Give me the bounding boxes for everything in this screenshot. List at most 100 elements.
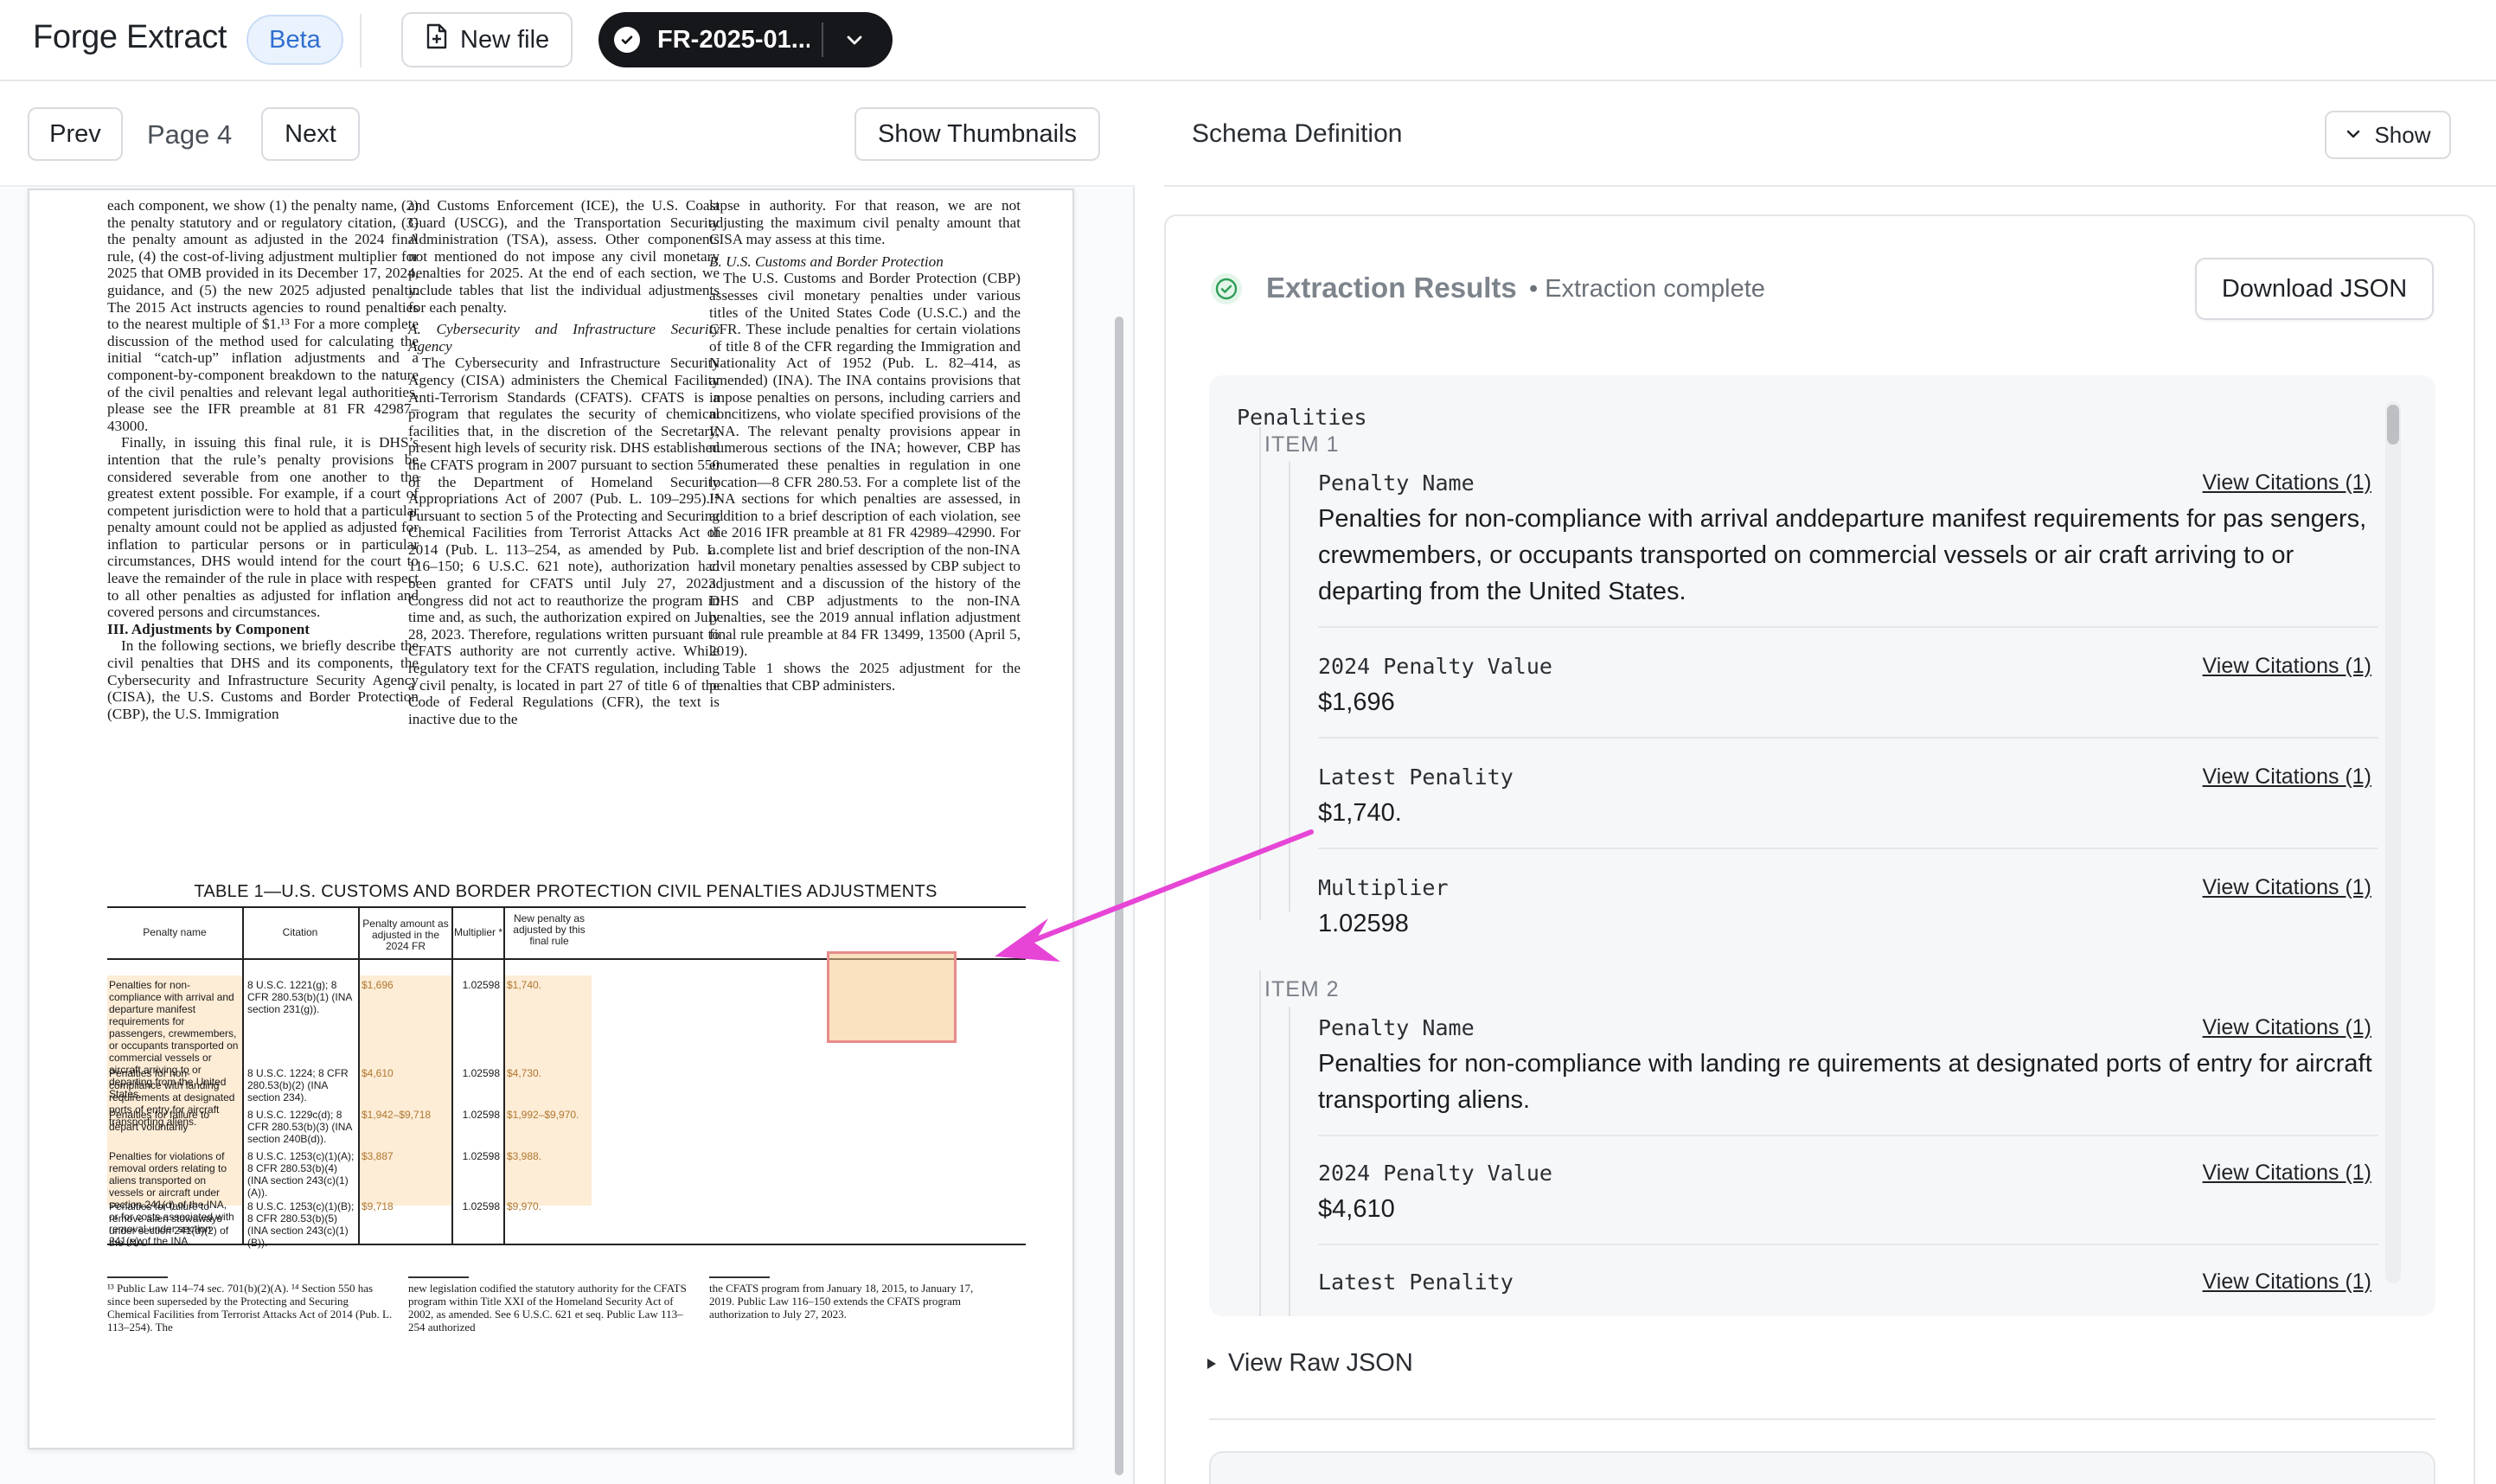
view-citations-link[interactable]: View Citations (1): [2203, 1270, 2371, 1295]
divider: [1318, 737, 2378, 739]
item-rail: [1289, 462, 1290, 912]
prev-page-button[interactable]: Prev: [28, 107, 123, 161]
footnote: ¹³ Public Law 114–74 sec. 701(b)(2)(A). …: [107, 1282, 393, 1334]
item-rail: [1259, 970, 1261, 1316]
view-citations-link[interactable]: View Citations (1): [2203, 470, 2371, 496]
table-cell: $4,610: [362, 1067, 394, 1079]
results-scrollbar[interactable]: [2387, 405, 2399, 445]
new-file-button[interactable]: New file: [401, 12, 573, 67]
table-cell: $4,730.: [507, 1067, 542, 1079]
top-bar: Forge Extract Beta New file FR-2025-01..…: [0, 0, 2496, 81]
table-cell: 1.02598: [462, 1067, 500, 1079]
table-cell: 1.02598: [462, 1109, 500, 1121]
view-raw-json-toggle[interactable]: View Raw JSON: [1206, 1349, 1413, 1378]
table-cell: $3,887: [362, 1150, 394, 1162]
paragraph: each component, we show (1) the penalty …: [107, 197, 419, 434]
item-label: ITEM 1: [1264, 432, 1340, 457]
table-cell: 1.02598: [462, 1200, 500, 1212]
paragraph: and Customs Enforcement (ICE), the U.S. …: [408, 197, 720, 316]
item-rail: [1289, 1007, 1290, 1316]
item-label: ITEM 2: [1264, 977, 1340, 1001]
citation-highlight[interactable]: [827, 951, 957, 1043]
extraction-results-card: Extraction Results • Extraction complete…: [1164, 214, 2475, 1484]
download-json-button[interactable]: Download JSON: [2195, 258, 2434, 320]
divider: [1164, 185, 2496, 187]
table-cell: Penalties for failure to remove alien st…: [109, 1200, 229, 1249]
document-name: FR-2025-01...: [657, 25, 810, 54]
table-rule: [107, 906, 1026, 908]
table-cell: $1,992–$9,970.: [507, 1109, 579, 1121]
item-rail: [1259, 427, 1261, 920]
results-scrollbar-track[interactable]: [2385, 401, 2401, 1283]
results-viewer: Penalities ITEM 1 Penalty Name View Cita…: [1209, 375, 2435, 1316]
document-selector[interactable]: FR-2025-01...: [598, 12, 893, 67]
table-rule: [107, 1244, 1026, 1245]
paragraph: Table 1 shows the 2025 adjustment for th…: [709, 660, 1021, 694]
view-citations-link[interactable]: View Citations (1): [2203, 764, 2371, 790]
show-label: Show: [2374, 121, 2431, 148]
field-value: 1.02598: [1318, 910, 1409, 937]
results-pane: Schema Definition Show Extraction Result…: [1136, 83, 2496, 1484]
chevron-down-icon: [2345, 122, 2362, 149]
paragraph: Finally, in issuing this final rule, it …: [107, 434, 419, 621]
field-2024-penalty-value: 2024 Penalty Value View Citations (1) $1…: [1318, 654, 2382, 720]
divider: [1209, 1418, 2435, 1420]
view-citations-link[interactable]: View Citations (1): [2203, 1161, 2371, 1186]
table-caption: TABLE 1—U.S. CUSTOMS AND BORDER PROTECTI…: [194, 882, 938, 901]
show-thumbnails-button[interactable]: Show Thumbnails: [854, 107, 1100, 161]
new-file-label: New file: [460, 25, 550, 54]
field-value: Penalties for non-compliance with arriva…: [1318, 505, 2367, 605]
text-column-2: and Customs Enforcement (ICE), the U.S. …: [408, 197, 720, 727]
table-cell: 8 U.S.C. 1253(c)(1)(B); 8 CFR 280.53(b)(…: [247, 1200, 355, 1249]
document-scrollbar[interactable]: [1115, 317, 1123, 1475]
column-header: New penalty as adjusted by this final ru…: [513, 912, 586, 947]
check-circle-icon: [614, 27, 640, 53]
footnote: the CFATS program from January 18, 2015,…: [709, 1282, 974, 1321]
view-raw-json-label: View Raw JSON: [1228, 1349, 1413, 1377]
column-header: Multiplier *: [453, 926, 502, 938]
table-rule: [242, 906, 244, 1245]
divider: [1318, 626, 2378, 628]
divider: [822, 22, 823, 57]
table-cell: $3,988.: [507, 1150, 542, 1162]
text-column-1: each component, we show (1) the penalty …: [107, 197, 419, 722]
view-citations-link[interactable]: View Citations (1): [2203, 1015, 2371, 1040]
show-schema-button[interactable]: Show: [2325, 111, 2451, 159]
table-rule: [358, 906, 360, 1245]
chevron-down-icon[interactable]: [842, 28, 867, 52]
page-indicator: Page 4: [147, 119, 233, 150]
next-page-button[interactable]: Next: [261, 107, 360, 161]
field-latest-penality: Latest Penality View Citations (1): [1318, 1270, 2382, 1295]
field-value: Penalties for non-compliance with landin…: [1318, 1050, 2372, 1114]
view-citations-link[interactable]: View Citations (1): [2203, 875, 2371, 900]
divider: [360, 14, 362, 67]
results-status: • Extraction complete: [1529, 275, 1765, 303]
view-citations-link[interactable]: View Citations (1): [2203, 654, 2371, 679]
table-rule: [503, 906, 505, 1245]
table-cell: 1.02598: [462, 979, 500, 991]
schema-definition-title: Schema Definition: [1192, 119, 1403, 148]
divider: [1318, 848, 2378, 849]
triangle-right-icon: [1206, 1349, 1218, 1378]
check-circle-icon: [1211, 273, 1242, 304]
document-viewer-pane: Prev Page 4 Next Show Thumbnails each co…: [0, 83, 1135, 1484]
collapsed-panel: [1209, 1451, 2435, 1484]
highlight-band: [358, 975, 451, 1206]
column-header: Citation: [282, 926, 318, 938]
column-header: Penalty name: [143, 926, 207, 938]
pager-toolbar: Prev Page 4 Next Show Thumbnails: [0, 83, 1135, 187]
section-heading: III. Adjustments by Component: [107, 620, 310, 637]
field-2024-penalty-value: 2024 Penalty Value View Citations (1) $4…: [1318, 1161, 2382, 1227]
footnote-rule: [107, 1276, 168, 1278]
field-value: $4,610: [1318, 1195, 1395, 1223]
footnote: new legislation codified the statutory a…: [408, 1282, 687, 1334]
paragraph: The Cybersecurity and Infrastructure Sec…: [408, 355, 720, 727]
table-cell: $9,970.: [507, 1200, 542, 1212]
root-key: Penalities: [1237, 405, 1367, 430]
table-cell: 1.02598: [462, 1150, 500, 1162]
table-cell: $1,696: [362, 979, 394, 991]
field-multiplier: Multiplier View Citations (1) 1.02598: [1318, 875, 2382, 942]
divider: [1318, 1244, 2378, 1245]
field-latest-penality: Latest Penality View Citations (1) $1,74…: [1318, 764, 2382, 831]
field-penalty-name: Penalty Name View Citations (1) Penaltie…: [1318, 470, 2382, 610]
